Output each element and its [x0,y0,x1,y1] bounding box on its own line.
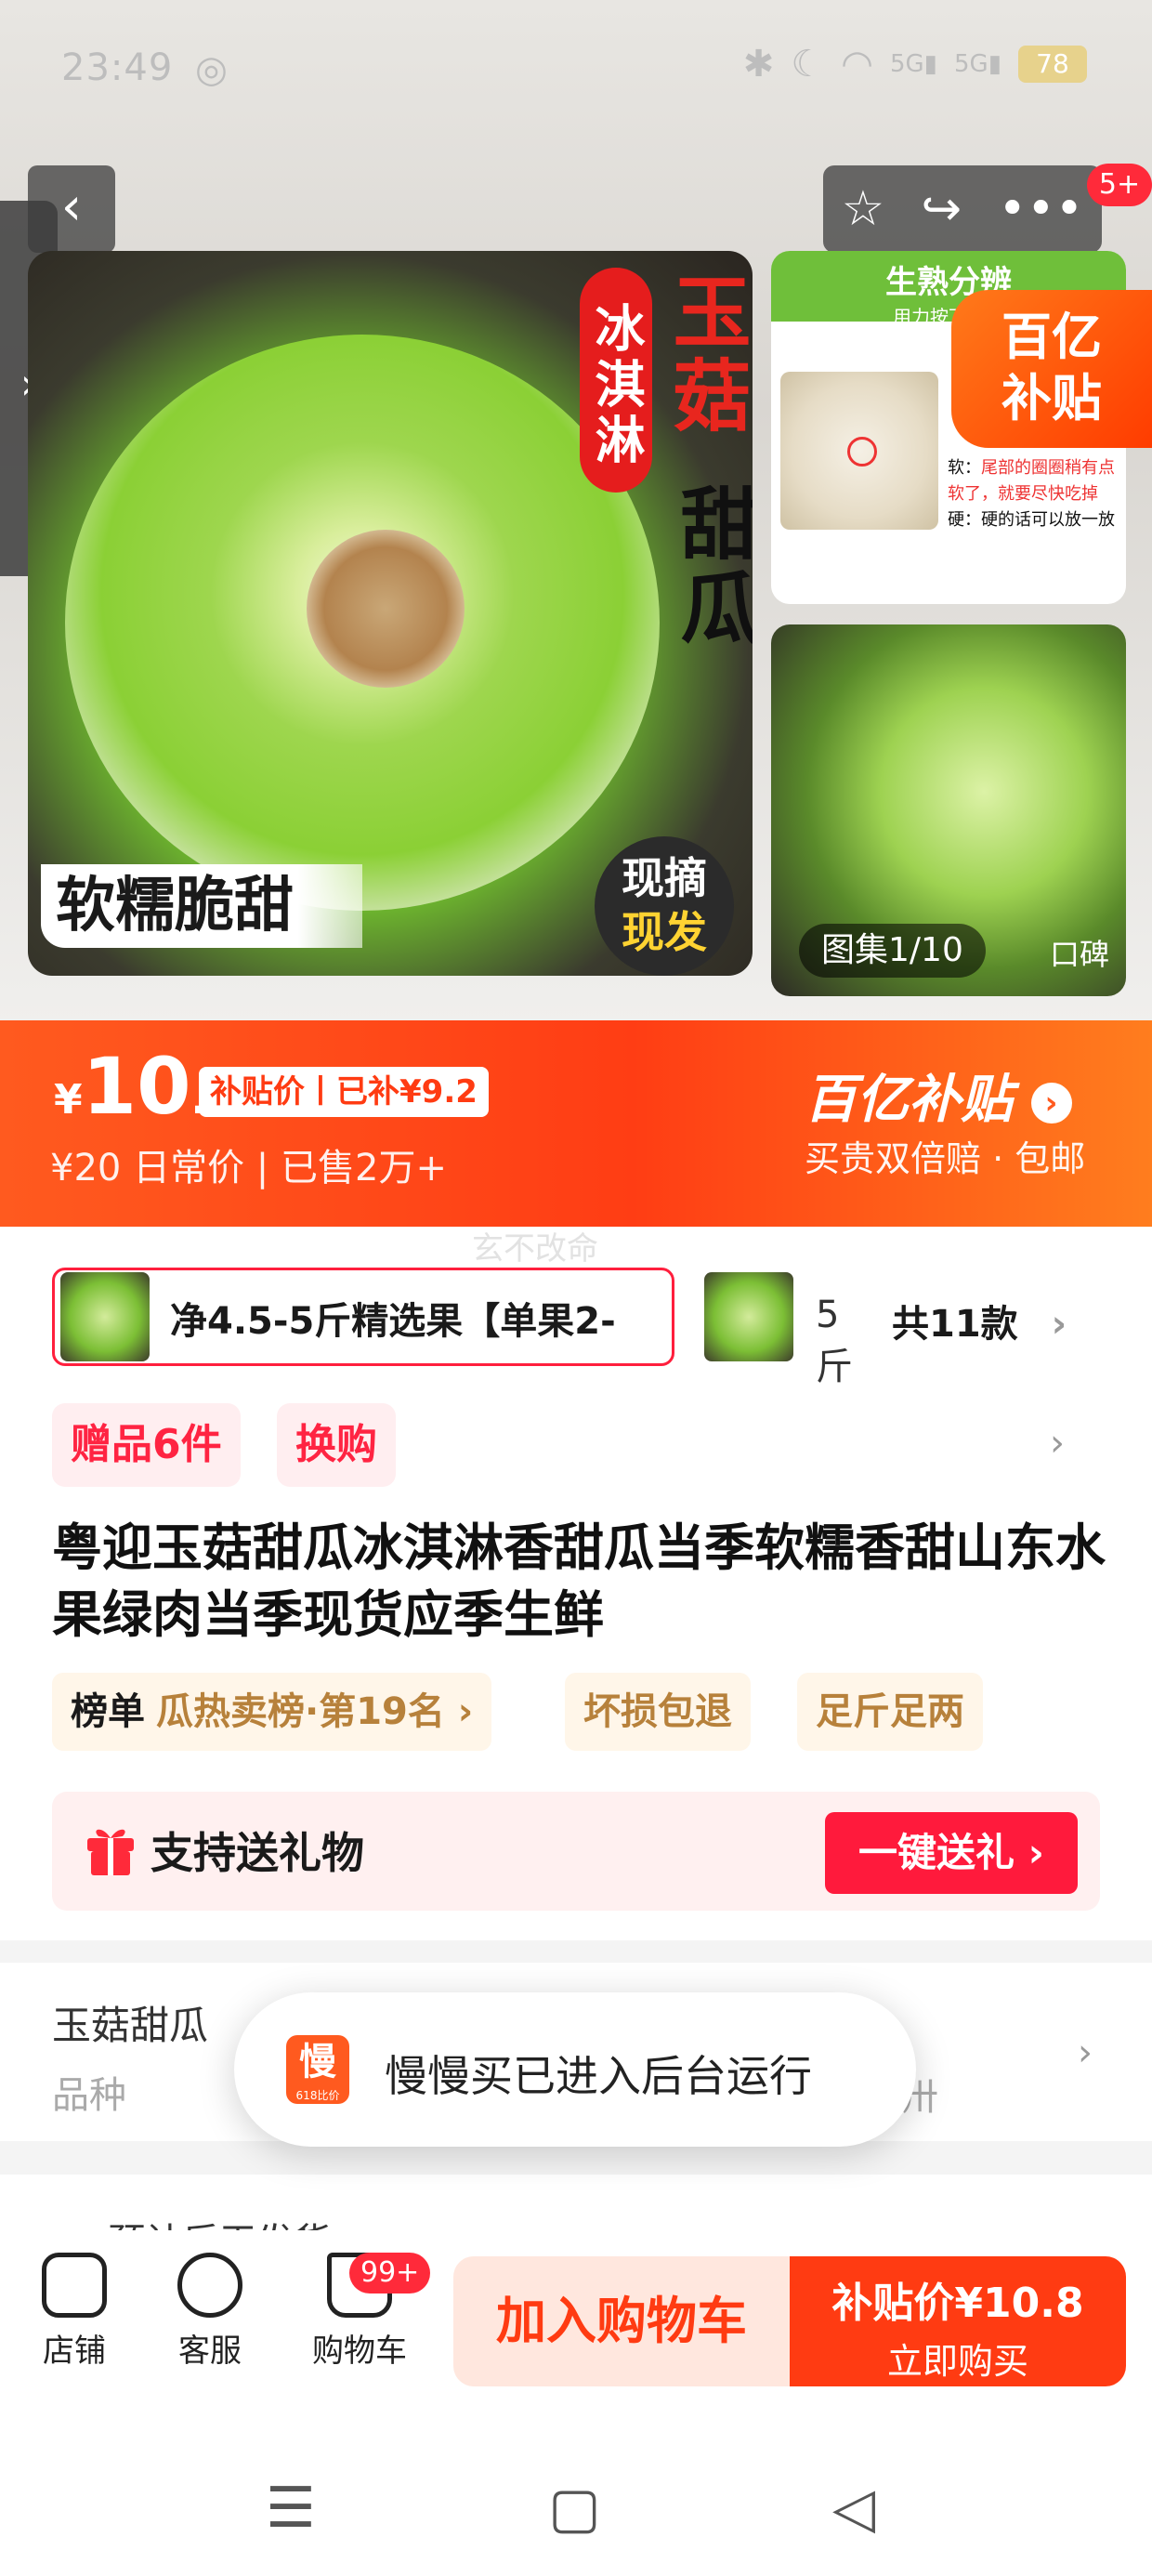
separator: | [255,1147,269,1189]
shop-label: 店铺 [43,2333,106,2370]
watermark: 玄不改命 [472,1230,598,1268]
battery-indicator: 78 [1018,46,1087,83]
spec-label: 品种 [52,2074,126,2117]
variant-label: 5斤 [816,1294,853,1388]
variant-thumbnail [60,1272,150,1361]
fresh-stamp: 现摘 现发 [595,836,734,976]
subsidy-float-badge[interactable]: 百亿 补贴 [951,290,1152,448]
menu-icon[interactable]: ☰ [266,2476,316,2541]
subsidy-brand-link[interactable]: 百亿补贴 › [805,1058,1072,1133]
wechat-icon: ◎ [195,48,228,91]
service-label: 客服 [178,2333,242,2370]
status-time: 23:49 [61,46,174,89]
app-icon: 慢 618比价 [286,2035,349,2104]
bottom-action-bar: 店铺 客服 购物车 99+ 加入购物车 补贴价¥10.8 立即购买 [0,2230,1152,2398]
variant-count-link[interactable]: 共11款 › [892,1294,1067,1347]
variant-thumbnail [704,1272,793,1361]
message-badge: 5+ [1087,164,1152,206]
damage-refund-badge[interactable]: 坏损包退 [565,1673,751,1751]
variant-option-selected[interactable]: 净4.5-5斤精选果【单果2- [52,1268,674,1366]
bluetooth-icon: ✱ [742,43,775,85]
price-currency: ¥ [54,1076,83,1124]
chevron-right-icon[interactable]: › [1078,2031,1093,2074]
gift-support-text: 支持送礼物 [151,1828,364,1878]
spec-value[interactable]: 玉菇甜瓜 [52,1994,208,2051]
original-price: ¥20 [50,1147,122,1189]
fresh-line-2: 现发 [622,907,707,957]
fresh-line-1: 现摘 [622,853,707,903]
toast-text: 慢慢买已进入后台运行 [385,2051,812,2101]
full-weight-badge[interactable]: 足斤足两 [797,1673,983,1751]
signal-icon: 5G▮ [889,50,937,78]
product-title: 粤迎玉菇甜瓜冰淇淋香甜瓜当季软糯香甜山东水果绿肉当季现货应季生鲜 [52,1518,1106,1644]
sold-count: 已售2万+ [281,1147,447,1189]
status-bar: 23:49 ◎ ✱ ☾ ◠ 5G▮ 5G▮ 78 [0,37,1152,102]
variant-count: 共11款 [892,1303,1018,1346]
system-nav-bar: ☰ ▢ ◁ [0,2435,1152,2576]
gallery-reviews-tab[interactable]: 口碑 [1050,931,1109,974]
gallery-counter: 图集1/10 [799,924,986,978]
chat-face-icon [177,2253,242,2318]
subsidy-brand-sub: 买贵双倍赔 · 包邮 [805,1138,1086,1179]
tag-yugu: 玉菇 [661,271,752,439]
background-toast: 慢 618比价 慢慢买已进入后台运行 [234,1992,916,2147]
send-gift-button[interactable]: 一键送礼 › [825,1812,1078,1894]
add-to-cart-button[interactable]: 加入购物车 [453,2256,790,2386]
signal-icon-2: 5G▮ [953,50,1001,78]
share-icon[interactable]: ↪ [922,181,962,237]
tag-melon: 甜瓜 [668,483,753,651]
chevron-right-icon[interactable]: › [1050,1422,1065,1465]
caption-soft-sweet: 软糯脆甜 [41,864,362,948]
cart-label: 购物车 [312,2333,407,2370]
subsidy-float-line2: 补贴 [1001,369,1102,427]
price-secondary: ¥20 日常价 | 已售2万+ [50,1137,447,1191]
buy-now-price: 补贴价¥10.8 [831,2280,1084,2327]
subsidy-price-chip: 补贴价丨已补¥9.2 [199,1067,489,1117]
buy-now-button[interactable]: 补贴价¥10.8 立即购买 [790,2256,1126,2386]
guide-photo [780,372,938,530]
back-triangle-icon[interactable]: ◁ [832,2476,875,2541]
price-integer: 10 [82,1041,191,1132]
shop-button[interactable]: 店铺 [19,2253,130,2371]
price-banner: ¥10.8 补贴价丨已补¥9.2 ¥20 日常价 | 已售2万+ 百亿补贴 › … [0,1020,1152,1227]
home-icon[interactable]: ▢ [548,2476,601,2541]
note-hard-key: 硬： [948,510,981,530]
buy-now-label: 立即购买 [886,2341,1028,2382]
top-action-group: ☆ ↪ ••• [823,165,1102,253]
main-product-image[interactable]: 冰淇淋 玉菇 甜瓜 软糯脆甜 现摘 现发 [28,251,753,976]
customer-service-button[interactable]: 客服 [154,2253,266,2371]
subsidy-brand-text: 百亿补贴 [805,1070,1013,1130]
subsidy-float-line1: 百亿 [1001,308,1102,366]
ranking-badge[interactable]: 榜单 瓜热卖榜·第19名 › [52,1673,492,1751]
gallery-thumb-carved[interactable]: 图集1/10 口碑 [771,624,1126,996]
star-icon[interactable]: ☆ [842,181,885,237]
section-divider [0,1940,1152,1963]
variant-option[interactable]: 5斤 [704,1268,853,1388]
wifi-icon: ◠ [841,43,873,85]
note-soft-key: 软： [948,458,981,478]
chevron-right-icon: › [1051,1303,1067,1346]
ranking-label: 榜单 [71,1690,145,1733]
chevron-right-icon: › [1030,1082,1072,1124]
tag-ice-cream: 冰淇淋 [580,268,652,493]
guide-notes: 软：尾部的圈圈稍有点软了，就要尽快吃掉 硬：硬的话可以放一放 [948,455,1115,533]
ranking-value: 瓜热卖榜·第19名 › [156,1690,474,1733]
melon-seeds [307,530,465,688]
cart-badge: 99+ [349,2253,431,2293]
gift-tag[interactable]: 赠品6件 [52,1403,241,1487]
swap-tag[interactable]: 换购 [277,1403,396,1487]
app-icon-sub: 618比价 [295,2089,340,2102]
app-icon-char: 慢 [299,2041,336,2083]
original-price-label: 日常价 [133,1147,245,1189]
gift-icon [87,1829,134,1875]
guide-marker [847,437,877,467]
store-icon [42,2253,107,2318]
variant-label: 净4.5-5斤精选果【单果2- [170,1300,616,1343]
note-hard: 硬的话可以放一放 [981,510,1115,530]
more-icon[interactable]: ••• [998,181,1083,237]
gift-support-bar: 支持送礼物 一键送礼 › [52,1792,1100,1911]
moon-icon: ☾ [791,43,825,85]
